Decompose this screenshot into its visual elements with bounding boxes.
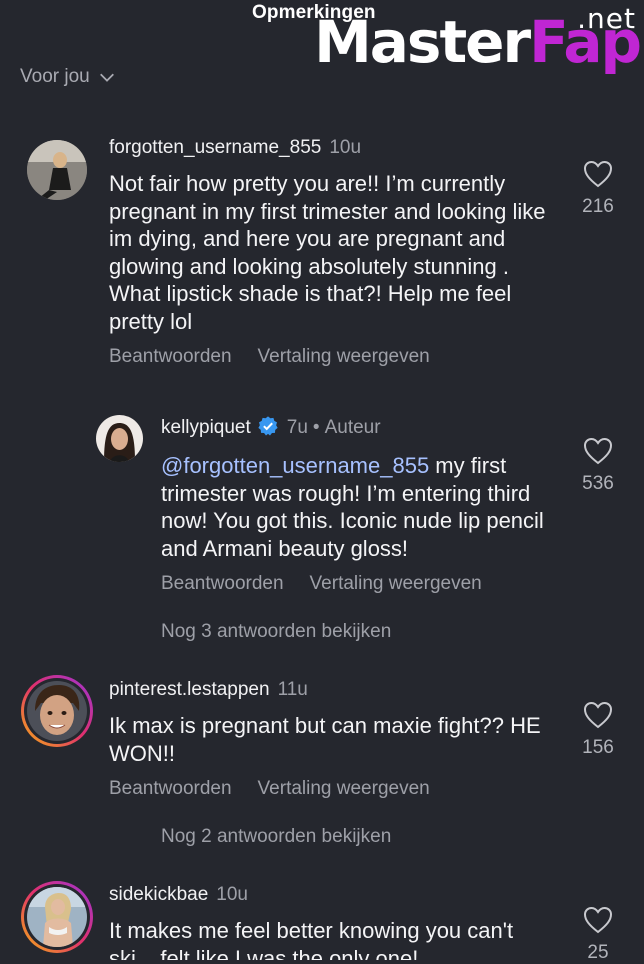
comment-username[interactable]: sidekickbae — [109, 884, 208, 905]
comment-username[interactable]: pinterest.lestappen — [109, 679, 270, 700]
heart-icon — [583, 701, 613, 729]
sort-filter-dropdown[interactable]: Voor jou — [20, 66, 116, 88]
comment-username[interactable]: forgotten_username_855 — [109, 137, 321, 158]
reply-button[interactable]: Beantwoorden — [109, 778, 232, 799]
comment-text: It makes me feel better knowing you can'… — [109, 918, 514, 960]
heart-icon — [583, 437, 613, 465]
page-title: Opmerkingen — [252, 2, 376, 23]
translate-button[interactable]: Vertaling weergeven — [258, 346, 430, 367]
like-button[interactable]: 25 — [574, 906, 622, 964]
heart-icon — [583, 906, 613, 934]
sort-filter-label: Voor jou — [20, 66, 90, 87]
comment-time: 10u — [216, 884, 248, 905]
author-badge: Auteur — [324, 417, 381, 438]
avatar[interactable] — [21, 881, 93, 953]
watermark-logo: .net MasterFap — [314, 0, 644, 80]
like-count: 536 — [582, 473, 614, 494]
reply-button[interactable]: Beantwoorden — [109, 346, 232, 367]
view-more-replies-button[interactable]: Nog 2 antwoorden bekijken — [161, 826, 391, 848]
watermark-net: .net — [577, 2, 636, 35]
like-count: 156 — [582, 737, 614, 758]
comment-text: @forgotten_username_855 my first trimest… — [161, 453, 544, 561]
avatar[interactable] — [27, 140, 87, 200]
avatar[interactable] — [96, 415, 143, 462]
comment-username[interactable]: kellypiquet — [161, 417, 251, 438]
chevron-down-icon — [99, 73, 114, 82]
mention-link[interactable]: @forgotten_username_855 — [161, 453, 429, 478]
comment-time: 10u — [329, 137, 362, 158]
translate-button[interactable]: Vertaling weergeven — [258, 778, 430, 799]
like-button[interactable]: 216 — [574, 160, 622, 218]
avatar[interactable] — [21, 675, 93, 747]
reply-button[interactable]: Beantwoorden — [161, 573, 284, 594]
like-count: 216 — [582, 196, 614, 217]
like-count: 25 — [587, 942, 609, 963]
heart-icon — [583, 160, 613, 188]
like-button[interactable]: 156 — [574, 701, 622, 759]
like-button[interactable]: 536 — [574, 437, 622, 495]
comment-text: Not fair how pretty you are!! I’m curren… — [109, 171, 546, 334]
view-more-replies-button[interactable]: Nog 3 antwoorden bekijken — [161, 621, 391, 643]
translate-button[interactable]: Vertaling weergeven — [310, 573, 482, 594]
comment-time: 11u — [277, 679, 308, 700]
comment-text: Ik max is pregnant but can maxie fight??… — [109, 713, 541, 766]
verified-badge-icon — [258, 416, 278, 436]
comment-time: 7u — [286, 417, 308, 438]
